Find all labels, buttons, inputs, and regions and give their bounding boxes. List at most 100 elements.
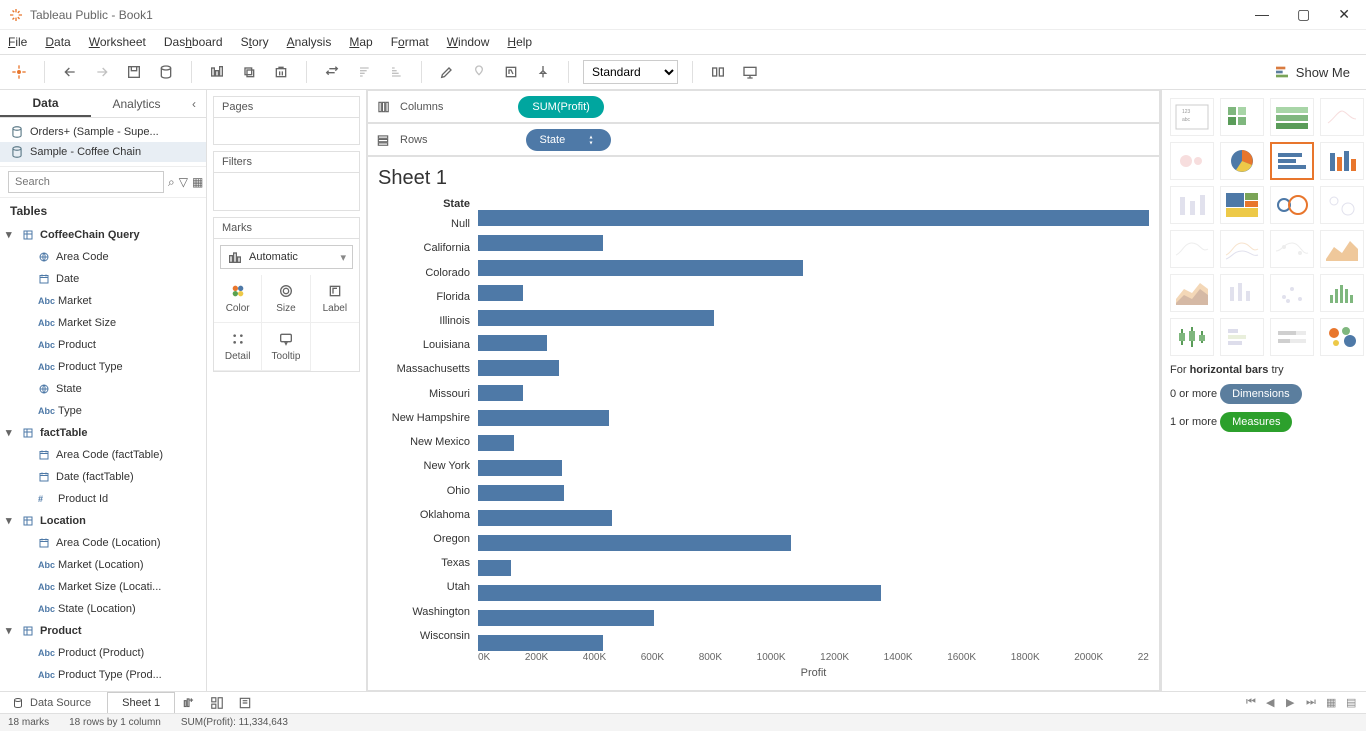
presentation-button[interactable] [739, 61, 761, 83]
columns-pill[interactable]: SUM(Profit) [518, 96, 603, 118]
tab-analytics[interactable]: Analytics [91, 90, 182, 117]
showme-thumb[interactable] [1220, 142, 1264, 180]
pages-card[interactable]: Pages [213, 96, 360, 145]
show-filmstrip-icon[interactable]: ▦ [1326, 696, 1346, 709]
group-button[interactable] [468, 61, 490, 83]
showme-thumb[interactable]: 123abc [1170, 98, 1214, 136]
mark-type-dropdown[interactable]: Automatic ▾ [220, 245, 353, 269]
columns-shelf[interactable]: Columns SUM(Profit) [367, 90, 1160, 123]
bar[interactable] [478, 510, 612, 526]
field-item[interactable]: #ProductId (Product) [0, 686, 206, 691]
sort-desc-button[interactable] [385, 61, 407, 83]
bar[interactable] [478, 235, 603, 251]
minimize-button[interactable]: — [1255, 6, 1269, 23]
field-item[interactable]: AbcMarket [0, 290, 206, 312]
field-item[interactable]: AbcProduct [0, 334, 206, 356]
undo-button[interactable] [59, 61, 81, 83]
bar[interactable] [478, 260, 803, 276]
color-shelf[interactable]: Color [214, 275, 262, 323]
field-item[interactable]: AbcProduct (Product) [0, 642, 206, 664]
bar[interactable] [478, 385, 523, 401]
pin-button[interactable] [532, 61, 554, 83]
search-icon[interactable]: ⌕ [168, 175, 175, 190]
redo-button[interactable] [91, 61, 113, 83]
showme-thumb[interactable] [1270, 318, 1314, 356]
showme-thumb[interactable] [1220, 186, 1264, 224]
last-sheet-icon[interactable]: ⏭ [1306, 696, 1326, 709]
field-item[interactable]: AbcProduct Type (Prod... [0, 664, 206, 686]
menu-window[interactable]: Window [447, 35, 490, 49]
first-sheet-icon[interactable]: ⏮ [1246, 696, 1266, 709]
detail-shelf[interactable]: Detail [214, 323, 262, 371]
showme-thumb[interactable] [1320, 98, 1364, 136]
field-item[interactable]: Date [0, 268, 206, 290]
bar[interactable] [478, 435, 514, 451]
tableau-icon[interactable] [8, 61, 30, 83]
menu-dashboard[interactable]: Dashboard [164, 35, 223, 49]
bar[interactable] [478, 585, 881, 601]
bar[interactable] [478, 310, 714, 326]
bar[interactable] [478, 360, 559, 376]
rows-pill[interactable]: State [526, 129, 612, 151]
bar[interactable] [478, 460, 562, 476]
showme-thumb[interactable] [1170, 318, 1214, 356]
menu-map[interactable]: Map [349, 35, 372, 49]
showme-thumb[interactable] [1220, 230, 1264, 268]
field-item[interactable]: AbcState (Location) [0, 598, 206, 620]
datasource-tab[interactable]: Data Source [0, 692, 103, 713]
search-input[interactable] [8, 171, 164, 193]
showme-thumb[interactable] [1270, 142, 1314, 180]
new-story-tab[interactable] [231, 696, 259, 710]
bar[interactable] [478, 335, 547, 351]
field-group[interactable]: ▾factTable [0, 422, 206, 444]
showme-thumb[interactable] [1320, 186, 1364, 224]
new-worksheet-tab[interactable] [175, 696, 203, 710]
showme-thumb[interactable] [1320, 318, 1364, 356]
label-button[interactable] [500, 61, 522, 83]
field-item[interactable]: Date (factTable) [0, 466, 206, 488]
swap-button[interactable] [321, 61, 343, 83]
sort-asc-button[interactable] [353, 61, 375, 83]
field-item[interactable]: AbcProduct Type [0, 356, 206, 378]
showme-thumb[interactable] [1320, 142, 1364, 180]
tab-data[interactable]: Data [0, 90, 91, 117]
close-button[interactable]: ✕ [1338, 6, 1350, 23]
field-item[interactable]: Area Code [0, 246, 206, 268]
bar[interactable] [478, 410, 609, 426]
field-item[interactable]: AbcMarket Size (Locati... [0, 576, 206, 598]
save-button[interactable] [123, 61, 145, 83]
highlight-button[interactable] [436, 61, 458, 83]
showme-thumb[interactable] [1170, 230, 1214, 268]
menu-help[interactable]: Help [507, 35, 532, 49]
menu-worksheet[interactable]: Worksheet [89, 35, 146, 49]
filters-card[interactable]: Filters [213, 151, 360, 211]
field-group[interactable]: ▾CoffeeChain Query [0, 224, 206, 246]
label-shelf[interactable]: Label [311, 275, 359, 323]
showme-thumb[interactable] [1270, 186, 1314, 224]
field-item[interactable]: AbcMarket (Location) [0, 554, 206, 576]
bar[interactable] [478, 610, 654, 626]
field-group[interactable]: ▾Location [0, 510, 206, 532]
new-dashboard-tab[interactable] [203, 696, 231, 710]
bar[interactable] [478, 535, 791, 551]
bar[interactable] [478, 485, 564, 501]
show-cards-button[interactable] [707, 61, 729, 83]
showme-thumb[interactable] [1320, 274, 1364, 312]
showme-thumb[interactable] [1170, 142, 1214, 180]
datasource-item[interactable]: Sample - Coffee Chain [0, 142, 206, 162]
showme-thumb[interactable] [1270, 98, 1314, 136]
tooltip-shelf[interactable]: Tooltip [262, 323, 310, 371]
rows-shelf[interactable]: Rows State [367, 123, 1160, 156]
showme-thumb[interactable] [1170, 274, 1214, 312]
sheet-tab[interactable]: Sheet 1 [107, 692, 175, 713]
maximize-button[interactable]: ▢ [1297, 6, 1310, 23]
showme-thumb[interactable] [1170, 186, 1214, 224]
show-sheets-icon[interactable]: ▤ [1346, 696, 1366, 709]
menu-story[interactable]: Story [241, 35, 269, 49]
field-item[interactable]: AbcType [0, 400, 206, 422]
new-sheet-button[interactable] [206, 61, 228, 83]
size-shelf[interactable]: Size [262, 275, 310, 323]
showme-thumb[interactable] [1270, 274, 1314, 312]
filter-icon[interactable]: ▽ [179, 175, 188, 189]
duplicate-button[interactable] [238, 61, 260, 83]
